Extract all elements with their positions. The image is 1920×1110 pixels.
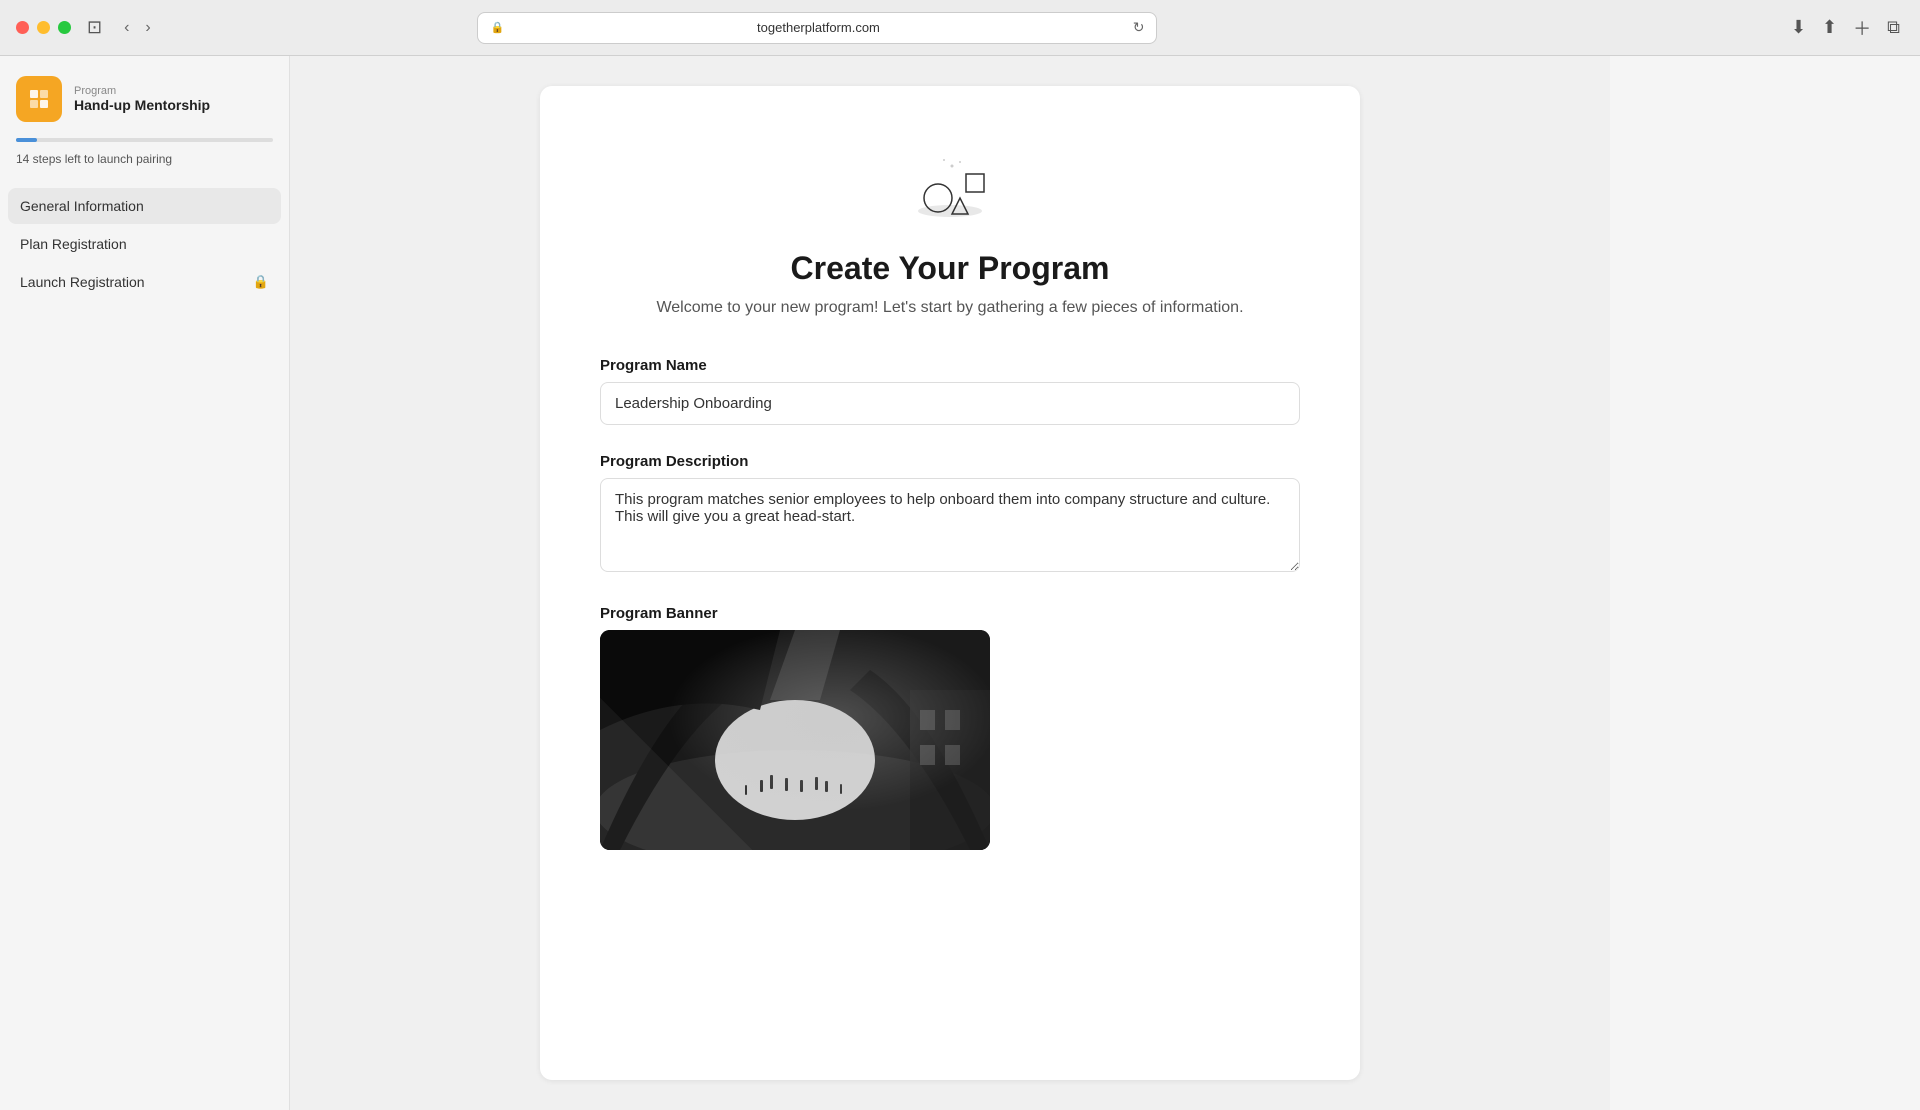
program-name-input[interactable] bbox=[600, 382, 1300, 425]
program-banner-image[interactable] bbox=[600, 630, 990, 850]
new-tab-icon[interactable]: ＋ bbox=[1849, 11, 1875, 45]
sidebar-item-plan-registration[interactable]: Plan Registration bbox=[8, 226, 281, 262]
back-button[interactable]: ‹ bbox=[118, 15, 135, 41]
forward-button[interactable]: › bbox=[139, 15, 156, 41]
page-subtitle: Welcome to your new program! Let's start… bbox=[600, 299, 1300, 317]
sidebar-toggle-button[interactable]: ⊡ bbox=[83, 13, 106, 42]
page-title: Create Your Program bbox=[600, 250, 1300, 287]
sidebar-item-label: General Information bbox=[20, 198, 144, 214]
progress-section: 14 steps left to launch pairing bbox=[0, 138, 289, 184]
program-label: Program bbox=[74, 85, 210, 97]
program-icon bbox=[16, 76, 62, 122]
sidebar-item-general-information[interactable]: General Information bbox=[8, 188, 281, 224]
program-name-label: Program Name bbox=[600, 357, 1300, 374]
sidebar-item-label: Plan Registration bbox=[20, 236, 127, 252]
address-bar[interactable]: 🔒 togetherplatform.com ↻ bbox=[477, 12, 1157, 44]
progress-bar-container bbox=[16, 138, 273, 142]
sidebar-item-launch-registration[interactable]: Launch Registration 🔒 bbox=[8, 264, 281, 300]
download-icon[interactable]: ⬇ bbox=[1787, 13, 1810, 42]
banner-image-inner bbox=[600, 630, 990, 850]
program-description-group: Program Description This program matches… bbox=[600, 453, 1300, 577]
main-layout: Program Hand-up Mentorship 14 steps left… bbox=[0, 56, 1920, 1110]
sidebar-header: Program Hand-up Mentorship bbox=[0, 56, 289, 138]
program-name-group: Program Name bbox=[600, 357, 1300, 425]
program-info: Program Hand-up Mentorship bbox=[74, 85, 210, 113]
maximize-button[interactable] bbox=[58, 21, 71, 34]
program-banner-label: Program Banner bbox=[600, 605, 1300, 622]
progress-bar-fill bbox=[16, 138, 37, 142]
toolbar-right: ⬇ ⬆ ＋ ⧉ bbox=[1787, 11, 1904, 45]
program-description-label: Program Description bbox=[600, 453, 1300, 470]
illustration bbox=[600, 136, 1300, 226]
reload-button[interactable]: ↻ bbox=[1133, 19, 1145, 36]
program-banner-group: Program Banner bbox=[600, 605, 1300, 850]
url-text: togetherplatform.com bbox=[510, 20, 1127, 35]
program-name: Hand-up Mentorship bbox=[74, 97, 210, 113]
lock-icon: 🔒 bbox=[253, 274, 269, 290]
share-icon[interactable]: ⬆ bbox=[1818, 13, 1841, 42]
progress-text: 14 steps left to launch pairing bbox=[16, 152, 172, 166]
program-description-input[interactable]: This program matches senior employees to… bbox=[600, 478, 1300, 572]
nav-buttons: ‹ › bbox=[118, 15, 157, 41]
sidebar: Program Hand-up Mentorship 14 steps left… bbox=[0, 56, 290, 1110]
lock-icon: 🔒 bbox=[490, 21, 504, 34]
sidebar-nav: General Information Plan Registration La… bbox=[0, 184, 289, 304]
browser-chrome: ⊡ ‹ › 🔒 togetherplatform.com ↻ ⬇ ⬆ ＋ ⧉ bbox=[0, 0, 1920, 56]
traffic-lights bbox=[16, 21, 71, 34]
tabs-icon[interactable]: ⧉ bbox=[1883, 13, 1904, 42]
content-card: Create Your Program Welcome to your new … bbox=[540, 86, 1360, 1080]
close-button[interactable] bbox=[16, 21, 29, 34]
sidebar-item-label: Launch Registration bbox=[20, 274, 145, 290]
right-panel bbox=[1610, 56, 1920, 1110]
minimize-button[interactable] bbox=[37, 21, 50, 34]
content-area: Create Your Program Welcome to your new … bbox=[290, 56, 1610, 1110]
